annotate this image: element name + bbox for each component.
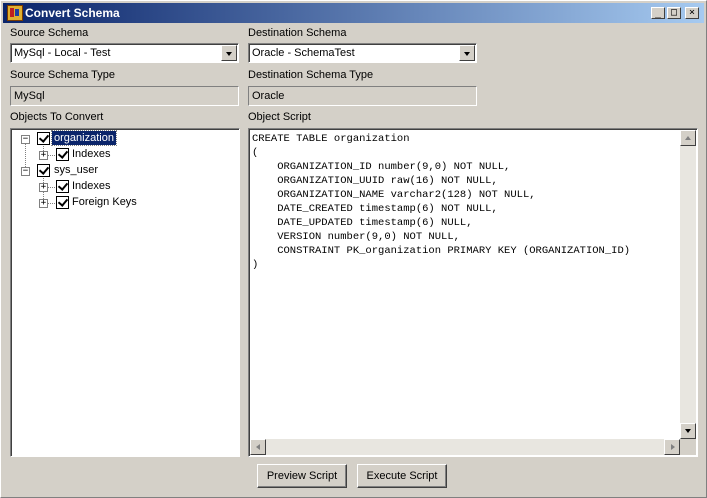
destination-schema-select[interactable]: Oracle - SchemaTest (248, 43, 477, 63)
tree-node-sys-user-foreign-keys[interactable]: + Foreign Keys (11, 195, 239, 211)
app-icon (7, 5, 23, 21)
tree-node-organization[interactable]: − organization (11, 130, 239, 147)
scroll-right-icon[interactable] (664, 439, 680, 455)
source-schema-value: MySql - Local - Test (14, 47, 111, 59)
minimize-button[interactable]: _ (651, 7, 665, 19)
checkbox-sys-user-indexes[interactable] (56, 180, 69, 193)
expand-icon[interactable]: + (39, 199, 48, 208)
checkbox-sys-user-foreign-keys[interactable] (56, 196, 69, 209)
destination-schema-type-field: Oracle (248, 86, 477, 106)
scrollbar-corner (680, 439, 696, 455)
destination-schema-type-value: Oracle (252, 90, 285, 102)
script-text[interactable]: CREATE TABLE organization ( ORGANIZATION… (252, 132, 630, 272)
execute-script-button[interactable]: Execute Script (357, 464, 447, 488)
source-schema-type-field: MySql (10, 86, 239, 106)
checkbox-organization[interactable] (37, 132, 50, 145)
window-title: Convert Schema (25, 6, 120, 20)
tree-node-organization-indexes[interactable]: + Indexes (11, 147, 239, 163)
tree-node-label[interactable]: Indexes (70, 179, 113, 193)
title-bar[interactable]: Convert Schema _ □ × (3, 3, 704, 23)
collapse-icon[interactable]: − (21, 167, 30, 176)
expand-icon[interactable]: + (39, 183, 48, 192)
tree-node-label[interactable]: organization (51, 130, 117, 146)
vertical-scrollbar[interactable] (680, 130, 696, 439)
preview-script-button[interactable]: Preview Script (257, 464, 347, 488)
maximize-button[interactable]: □ (667, 7, 681, 19)
tree-node-label[interactable]: Foreign Keys (70, 195, 139, 209)
convert-schema-window: Convert Schema _ □ × Source Schema MySql… (0, 0, 707, 498)
chevron-down-icon[interactable] (221, 45, 237, 61)
destination-schema-type-label: Destination Schema Type (248, 69, 374, 81)
destination-schema-label: Destination Schema (248, 27, 347, 39)
checkbox-sys-user[interactable] (37, 164, 50, 177)
checkbox-organization-indexes[interactable] (56, 148, 69, 161)
source-schema-type-value: MySql (14, 90, 45, 102)
objects-tree[interactable]: − organization + Indexes − sys_user + In… (10, 128, 240, 457)
expand-icon[interactable]: + (39, 151, 48, 160)
source-schema-label: Source Schema (10, 27, 89, 39)
tree-node-sys-user-indexes[interactable]: + Indexes (11, 179, 239, 195)
scroll-up-icon[interactable] (680, 130, 696, 146)
object-script-label: Object Script (248, 111, 311, 123)
source-schema-type-label: Source Schema Type (10, 69, 115, 81)
scroll-left-icon[interactable] (250, 439, 266, 455)
tree-node-sys-user[interactable]: − sys_user (11, 163, 239, 179)
chevron-down-icon[interactable] (459, 45, 475, 61)
tree-node-label[interactable]: sys_user (52, 163, 100, 177)
horizontal-scrollbar[interactable] (250, 439, 680, 455)
object-script-editor[interactable]: CREATE TABLE organization ( ORGANIZATION… (248, 128, 698, 457)
scroll-down-icon[interactable] (680, 423, 696, 439)
source-schema-select[interactable]: MySql - Local - Test (10, 43, 239, 63)
destination-schema-value: Oracle - SchemaTest (252, 47, 355, 59)
tree-node-label[interactable]: Indexes (70, 147, 113, 161)
collapse-icon[interactable]: − (21, 135, 30, 144)
objects-to-convert-label: Objects To Convert (10, 111, 104, 123)
close-button[interactable]: × (685, 7, 699, 19)
